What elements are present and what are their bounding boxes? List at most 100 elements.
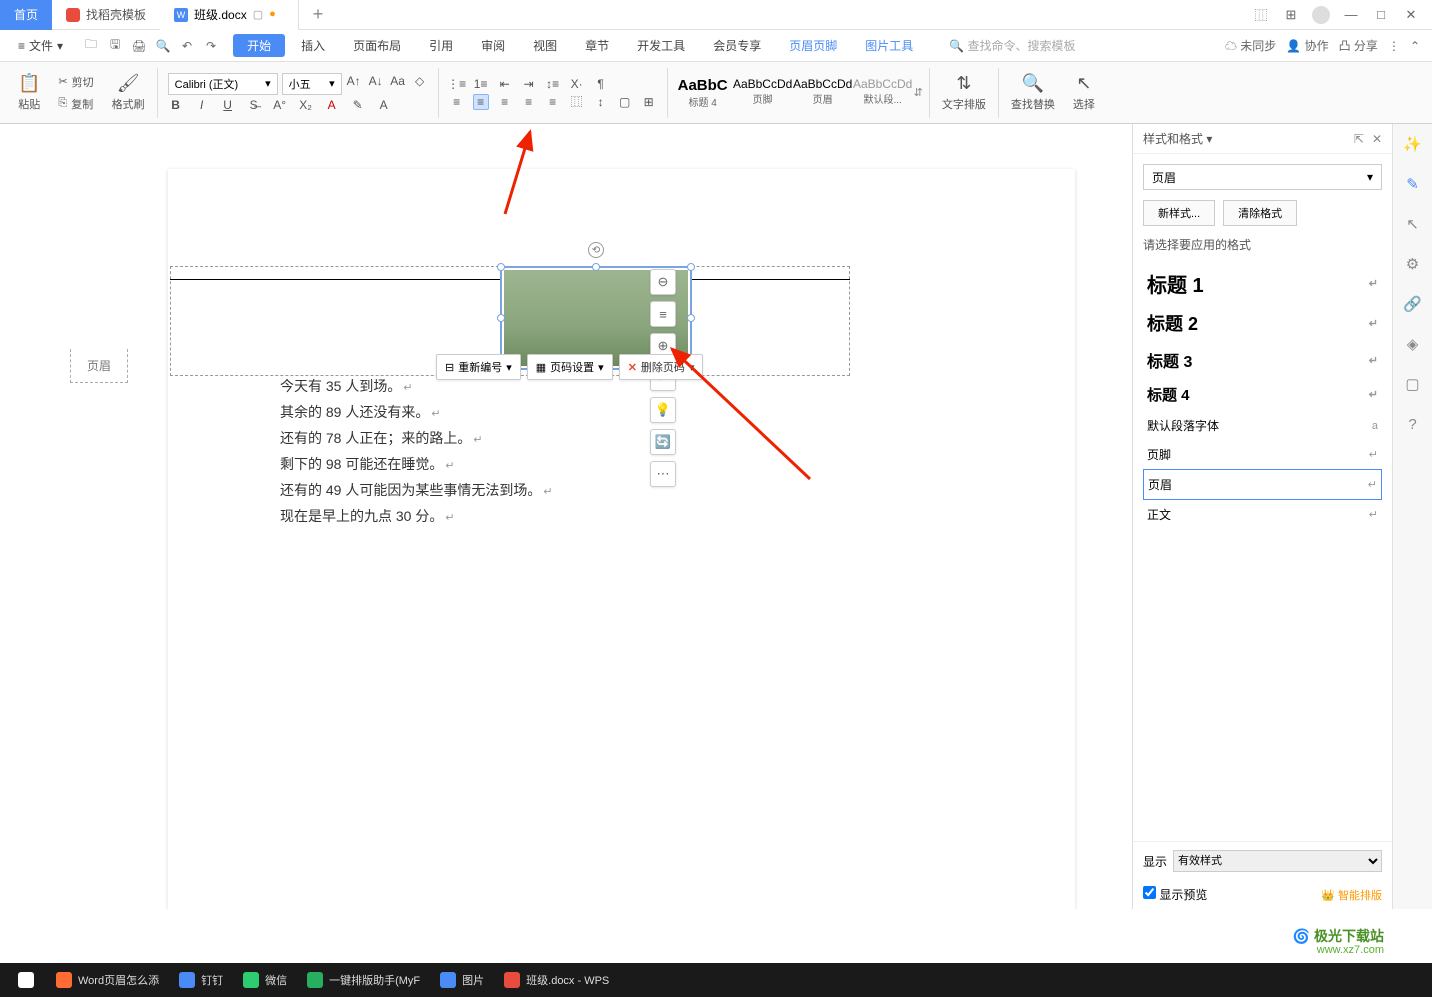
qat-redo-icon[interactable]: ↷ — [203, 38, 219, 54]
showmarks-button[interactable]: ¶ — [593, 76, 609, 92]
rail-link-icon[interactable]: 🔗 — [1403, 294, 1423, 314]
style-more-icon[interactable]: ⇵ — [914, 86, 923, 99]
more-options-button[interactable]: ⋯ — [650, 461, 676, 487]
linespace-button[interactable]: ↕≡ — [545, 76, 561, 92]
menu-view[interactable]: 视图 — [521, 37, 569, 54]
bold-button[interactable]: B — [168, 97, 184, 113]
style-heading4[interactable]: AaBbC标题 4 — [674, 75, 732, 111]
change-case-icon[interactable]: Aa — [390, 73, 406, 89]
find-replace-button[interactable]: 🔍查找替换 — [1005, 73, 1061, 112]
avatar-icon[interactable] — [1312, 6, 1330, 24]
shrink-font-icon[interactable]: A↓ — [368, 73, 384, 89]
reset-button[interactable]: 🔄 — [650, 429, 676, 455]
layout-options-button[interactable]: ≡ — [650, 301, 676, 327]
apps-icon[interactable]: ⊞ — [1282, 6, 1300, 24]
borders-button[interactable]: ⊞ — [641, 94, 657, 110]
grow-font-icon[interactable]: A↑ — [346, 73, 362, 89]
style-item[interactable]: 标题 3↵ — [1143, 342, 1382, 378]
shading-button[interactable]: ▢ — [617, 94, 633, 110]
close-panel-icon[interactable]: ✕ — [1372, 132, 1382, 146]
sync-status[interactable]: ☁ 未同步 — [1225, 37, 1276, 54]
zoom-out-button[interactable]: ⊖ — [650, 269, 676, 295]
qat-open-icon[interactable]: 🗀 — [83, 38, 99, 54]
style-item[interactable]: 标题 4↵ — [1143, 378, 1382, 411]
style-header[interactable]: AaBbCcDd页眉 — [794, 75, 852, 111]
bullets-button[interactable]: ⋮≡ — [449, 76, 465, 92]
document-body[interactable]: 今天有 35 人到场。 其余的 89 人还没有来。 还有的 78 人正在；来的路… — [280, 374, 553, 530]
taskbar-item[interactable]: Word页眉怎么添 — [46, 965, 169, 995]
qat-print-icon[interactable]: 🖨 — [131, 38, 147, 54]
style-gallery[interactable]: AaBbC标题 4 AaBbCcDd页脚 AaBbCcDd页眉 AaBbCcDd… — [674, 75, 923, 111]
charfx-button[interactable]: A — [376, 97, 392, 113]
collab-button[interactable]: 👤 协作 — [1286, 37, 1328, 54]
menu-insert[interactable]: 插入 — [289, 37, 337, 54]
copy-button[interactable]: ⎘ 复制 — [56, 94, 95, 114]
text-layout-button[interactable]: ⇅文字排版 — [936, 73, 992, 112]
sort-button[interactable]: X· — [569, 76, 585, 92]
menu-member[interactable]: 会员专享 — [701, 37, 773, 54]
layout-icon[interactable]: ⿲ — [1252, 6, 1270, 24]
qat-undo-icon[interactable]: ↶ — [179, 38, 195, 54]
rail-ai-icon[interactable]: ✨ — [1403, 134, 1423, 154]
format-painter[interactable]: 🖌格式刷 — [106, 73, 151, 112]
numbering-button[interactable]: 1≡ — [473, 76, 489, 92]
superscript-button[interactable]: A° — [272, 97, 288, 113]
rail-settings-icon[interactable]: ⚙ — [1403, 254, 1423, 274]
menu-layout[interactable]: 页面布局 — [341, 37, 413, 54]
align-left-button[interactable]: ≡ — [449, 94, 465, 110]
menu-review[interactable]: 审阅 — [469, 37, 517, 54]
clear-format-icon[interactable]: ◇ — [412, 73, 428, 89]
smart-layout-link[interactable]: 👑 智能排版 — [1321, 887, 1382, 903]
align-justify-button[interactable]: ≡ — [521, 94, 537, 110]
taskbar-item[interactable]: 班级.docx - WPS — [494, 965, 619, 995]
indent-button[interactable]: ⇥ — [521, 76, 537, 92]
tab-document[interactable]: W 班级.docx ▢● — [160, 0, 299, 30]
rail-select-icon[interactable]: ↖ — [1403, 214, 1423, 234]
idea-button[interactable]: 💡 — [650, 397, 676, 423]
cut-button[interactable]: ✂ 剪切 — [56, 72, 95, 92]
minimize-button[interactable]: — — [1342, 6, 1360, 24]
file-menu[interactable]: ≡ 文件 ▾ — [12, 37, 69, 54]
tab-add[interactable]: + — [299, 4, 338, 25]
style-default[interactable]: AaBbCcDd默认段... — [854, 75, 912, 111]
tab-home[interactable]: 首页 — [0, 0, 52, 30]
more-icon[interactable]: ⋮ — [1388, 39, 1400, 53]
maximize-button[interactable]: □ — [1372, 6, 1390, 24]
highlight-button[interactable]: ✎ — [350, 97, 366, 113]
qat-preview-icon[interactable]: 🔍 — [155, 38, 171, 54]
resize-handle[interactable] — [687, 263, 695, 271]
menu-header-footer[interactable]: 页眉页脚 — [777, 37, 849, 54]
rail-present-icon[interactable]: ▢ — [1403, 374, 1423, 394]
align-distribute-button[interactable]: ≡ — [545, 94, 561, 110]
preview-checkbox[interactable]: 显示预览 — [1143, 886, 1207, 903]
qat-save-icon[interactable]: 🖫 — [107, 38, 123, 54]
taskbar-item[interactable]: 钉钉 — [169, 965, 233, 995]
italic-button[interactable]: I — [194, 97, 210, 113]
menu-chapter[interactable]: 章节 — [573, 37, 621, 54]
close-button[interactable]: ✕ — [1402, 6, 1420, 24]
taskbar-item[interactable]: 图片 — [430, 965, 494, 995]
align-right-button[interactable]: ≡ — [497, 94, 513, 110]
tab-view-icon[interactable]: ▢ — [253, 8, 263, 21]
tab-template[interactable]: 找稻壳模板 — [52, 0, 160, 30]
font-select[interactable]: Calibri (正文)▾ — [168, 73, 278, 95]
resize-handle[interactable] — [497, 314, 505, 322]
clear-format-button[interactable]: 清除格式 — [1223, 200, 1297, 226]
show-select[interactable]: 有效样式 — [1173, 850, 1382, 872]
rail-location-icon[interactable]: ◈ — [1403, 334, 1423, 354]
resize-handle[interactable] — [592, 263, 600, 271]
delete-pagenum-button[interactable]: ✕删除页码 ▾ — [619, 354, 704, 380]
fontsize-select[interactable]: 小五▾ — [282, 73, 342, 95]
menu-dev[interactable]: 开发工具 — [625, 37, 697, 54]
resize-handle[interactable] — [687, 314, 695, 322]
outdent-button[interactable]: ⇤ — [497, 76, 513, 92]
resize-handle[interactable] — [497, 263, 505, 271]
textdir-button[interactable]: ↕ — [593, 94, 609, 110]
align-center-button[interactable]: ≡ — [473, 94, 489, 110]
style-item[interactable]: 标题 1↵ — [1143, 263, 1382, 304]
new-style-button[interactable]: 新样式... — [1143, 200, 1215, 226]
rail-help-icon[interactable]: ? — [1403, 414, 1423, 434]
underline-button[interactable]: U — [220, 97, 236, 113]
menu-ref[interactable]: 引用 — [417, 37, 465, 54]
taskbar-item[interactable]: 一键排版助手(MyF — [297, 965, 430, 995]
